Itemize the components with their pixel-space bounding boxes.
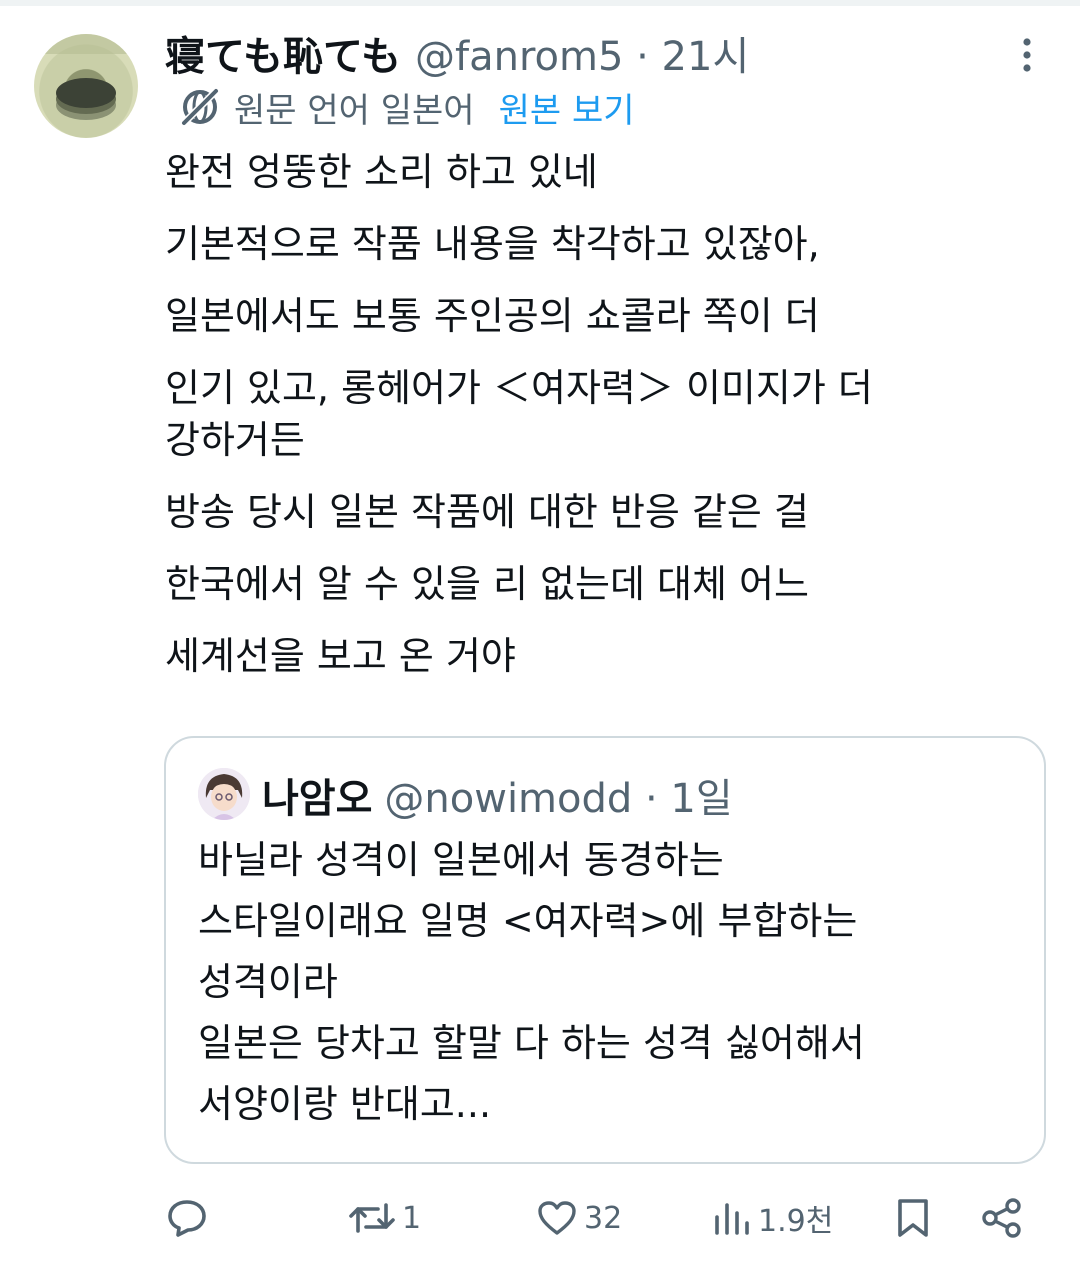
post-text-line: 한국에서 알 수 있을 리 없는데 대체 어느 [165, 562, 809, 606]
translation-note: 원문 언어 일본어 [234, 90, 475, 131]
quoted-text-line: 바닐라 성격이 일본에서 동경하는 [198, 838, 724, 882]
repost-count: 1 [402, 1200, 422, 1236]
avatar-stripe [34, 34, 138, 54]
heart-icon [536, 1197, 578, 1239]
author-display-name[interactable]: 寝ても恥ても [165, 24, 401, 82]
show-original-link[interactable]: 원본 보기 [499, 83, 635, 132]
top-divider [0, 0, 1080, 6]
like-button[interactable]: 32 [536, 1188, 622, 1248]
quoted-post-header: 나암오 @nowimodd · 1일 [262, 766, 733, 822]
post-text-line: 세계선을 보고 온 거야 [165, 634, 516, 678]
post-body: 완전 엉뚱한 소리 하고 있네 기본적으로 작품 내용을 착각하고 있잖아, 일… [165, 148, 1045, 704]
author-handle-and-time[interactable]: @fanrom5 · 21시 [415, 24, 749, 82]
quoted-text-line: 일본은 당차고 할말 다 하는 성격 싫어해서 [198, 1021, 865, 1065]
translate-globe-icon [178, 85, 222, 129]
quoted-post-body: 바닐라 성격이 일본에서 동경하는 스타일이래요 일명 <여자력>에 부합하는 … [198, 836, 1018, 1141]
more-options-icon[interactable] [1016, 38, 1038, 72]
post-text-line: 방송 당시 일본 작품에 대한 반응 같은 걸 [165, 490, 809, 534]
translation-row: 원문 언어 일본어 원본 보기 [178, 83, 635, 132]
bookmark-button[interactable] [894, 1188, 932, 1248]
views-count: 1.9천 [758, 1204, 834, 1239]
reply-button[interactable] [166, 1188, 208, 1248]
bookmark-icon [894, 1196, 932, 1240]
avatar-coin-image [56, 78, 116, 108]
post-text-line: 강하거든 [165, 418, 305, 462]
action-bar: 1 32 1.9천 [0, 1188, 1080, 1248]
reply-icon [166, 1197, 208, 1239]
author-avatar[interactable] [34, 34, 138, 138]
post-text-line: 인기 있고, 롱헤어가 ＜여자력＞ 이미지가 더 [165, 366, 873, 410]
quoted-post-card[interactable]: 나암오 @nowimodd · 1일 바닐라 성격이 일본에서 동경하는 스타일… [164, 736, 1046, 1164]
quoted-author-handle-and-time[interactable]: @nowimodd · 1일 [384, 766, 732, 824]
views-button[interactable]: 1.9천 [712, 1188, 833, 1248]
quoted-text-line: 스타일이래요 일명 <여자력>에 부합하는 [198, 899, 858, 943]
share-button[interactable] [980, 1188, 1024, 1248]
share-icon [980, 1196, 1024, 1240]
post-text-line: 일본에서도 보통 주인공의 쇼콜라 쪽이 더 [165, 294, 820, 338]
repost-icon [348, 1197, 396, 1239]
views-icon [712, 1197, 752, 1239]
post-header: 寝ても恥ても @fanrom5 · 21시 [165, 24, 749, 80]
quoted-text-line: 서양이랑 반대고... [198, 1082, 492, 1126]
like-count: 32 [584, 1200, 623, 1236]
quoted-author-name[interactable]: 나암오 [262, 766, 372, 824]
repost-button[interactable]: 1 [348, 1188, 421, 1248]
post-text-line: 완전 엉뚱한 소리 하고 있네 [165, 150, 598, 194]
post-text-line: 기본적으로 작품 내용을 착각하고 있잖아, [165, 222, 820, 266]
quoted-author-avatar[interactable] [198, 768, 250, 820]
quoted-text-line: 성격이라 [198, 960, 338, 1004]
